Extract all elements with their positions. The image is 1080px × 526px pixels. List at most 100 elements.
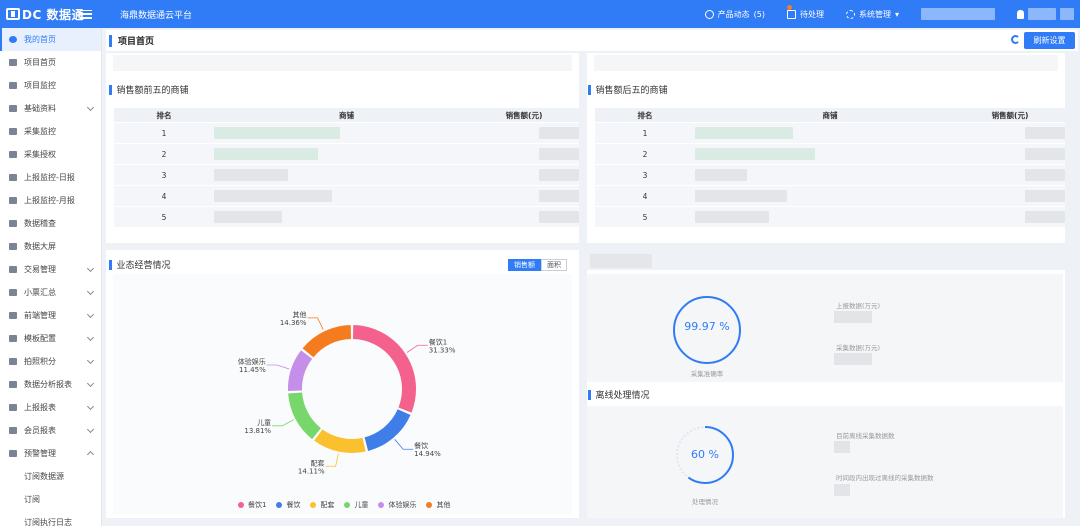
sidebar-item-8[interactable]: 数据稽查 xyxy=(0,212,101,235)
sidebar-item-3[interactable]: 基础资料 xyxy=(0,97,101,120)
summary-strip xyxy=(113,55,572,71)
sidebar-item-15[interactable]: 数据分析报表 xyxy=(0,373,101,396)
donut-slice[interactable] xyxy=(288,350,313,391)
offline-caption: 处理情况 xyxy=(692,498,718,506)
sidebar-item-5[interactable]: 采集授权 xyxy=(0,143,101,166)
table-row: 1 xyxy=(114,122,579,143)
report-data-value xyxy=(834,311,872,323)
todo-link[interactable]: 待处理 xyxy=(786,4,824,20)
product-news-link[interactable]: 产品动态 (5) xyxy=(704,9,765,20)
bar-chart-icon xyxy=(9,381,17,388)
user-menu[interactable] xyxy=(1017,8,1074,20)
gear-icon xyxy=(9,427,17,434)
chevron-down-icon xyxy=(86,333,95,342)
chart-area: 餐饮1 31.33% 餐饮 14.94% 配套 14.11% 儿童 13.81% 体验娱乐 11.… xyxy=(113,274,572,514)
sidebar-item-label: 上报监控-月报 xyxy=(24,196,75,205)
logo-text: DC 数据通 xyxy=(22,7,84,22)
shop-cell xyxy=(695,123,965,143)
masked-sales-value xyxy=(539,127,579,139)
bottom5-title-text: 销售额后五的商铺 xyxy=(595,86,668,96)
chevron-down-icon xyxy=(86,287,95,296)
donut-slice[interactable] xyxy=(314,429,366,453)
slice-category-label: 其他 xyxy=(293,310,307,319)
sidebar-item-18[interactable]: 预警管理 xyxy=(0,442,101,465)
sidebar-item-7[interactable]: 上报监控-月报 xyxy=(0,189,101,212)
todo-label: 待处理 xyxy=(799,9,824,19)
donut-slice[interactable] xyxy=(364,409,411,451)
bottom5-title: 销售额后五的商铺 xyxy=(588,83,668,96)
chevron-down-icon xyxy=(86,379,95,388)
legend-label: 儿童 xyxy=(354,501,369,509)
collection-panel: 99.97 % 采集准确率 上报数据(万元) 采集数据(万元) xyxy=(587,270,1065,382)
refresh-icon[interactable] xyxy=(1011,35,1020,44)
project-selector[interactable] xyxy=(921,8,995,20)
offline-title: 离线处理情况 xyxy=(588,388,650,401)
sidebar-item-21[interactable]: 订阅执行日志 xyxy=(0,511,101,526)
donut-slice[interactable] xyxy=(302,325,352,358)
legend-item[interactable]: 儿童 xyxy=(344,500,368,510)
bell-icon xyxy=(9,289,17,296)
slice-value-label: 14.94% xyxy=(414,450,441,458)
sidebar-item-13[interactable]: 模板配置 xyxy=(0,327,101,350)
sidebar-item-1[interactable]: 项目首页 xyxy=(0,51,101,74)
sidebar-item-label: 数据分析报表 xyxy=(24,380,72,389)
chat-icon xyxy=(704,9,714,19)
slice-category-label: 配套 xyxy=(311,458,325,467)
sales-cell xyxy=(479,186,579,206)
sidebar-item-6[interactable]: 上报监控-日报 xyxy=(0,166,101,189)
sidebar-item-9[interactable]: 数据大屏 xyxy=(0,235,101,258)
sidebar-item-label: 数据大屏 xyxy=(24,242,56,251)
top5-title-text: 销售额前五的商铺 xyxy=(116,86,189,96)
sidebar-item-label: 交易管理 xyxy=(24,265,56,274)
menu-toggle-icon[interactable] xyxy=(80,9,92,19)
sidebar-item-11[interactable]: 小票汇总 xyxy=(0,281,101,304)
sales-cell xyxy=(965,207,1065,227)
slice-value-label: 31.33% xyxy=(429,346,456,354)
sidebar-item-label: 订阅 xyxy=(24,495,40,504)
sidebar-item-2[interactable]: 项目监控 xyxy=(0,74,101,97)
sales-cell xyxy=(479,123,579,143)
legend-item[interactable]: 配套 xyxy=(310,500,334,510)
offline-rate: 60 % xyxy=(691,448,719,461)
home-icon xyxy=(9,59,17,66)
tab-area[interactable]: 面积 xyxy=(541,259,567,271)
legend-label: 餐饮 xyxy=(286,501,301,509)
bottom5-table: 排名 商铺 销售额(元) 1 2 3 4 5 xyxy=(595,108,1065,227)
monitor-icon xyxy=(9,128,17,135)
gear-icon xyxy=(9,358,17,365)
system-menu[interactable]: 系统管理 ▾ xyxy=(845,9,899,20)
sidebar-item-label: 订阅执行日志 xyxy=(24,518,72,526)
donut-slice[interactable] xyxy=(288,392,322,440)
table-row: 5 xyxy=(595,206,1065,227)
shop-cell xyxy=(695,186,965,206)
sidebar-item-0[interactable]: 我的首页 xyxy=(0,28,101,51)
product-news-count: (5) xyxy=(753,9,765,19)
masked-shop-name xyxy=(695,148,815,160)
sidebar-item-20[interactable]: 订阅 xyxy=(0,488,101,511)
rank-cell: 3 xyxy=(642,170,648,180)
sidebar-item-16[interactable]: 上报报表 xyxy=(0,396,101,419)
sales-cell xyxy=(965,186,1065,206)
legend-item[interactable]: 餐饮 xyxy=(276,500,300,510)
masked-sales-value xyxy=(539,148,579,160)
legend-label: 餐饮1 xyxy=(248,501,267,509)
sidebar-item-label: 采集授权 xyxy=(24,150,56,159)
sidebar-item-10[interactable]: 交易管理 xyxy=(0,258,101,281)
donut-slice[interactable] xyxy=(352,325,416,413)
collection-box: 99.97 % 采集准确率 上报数据(万元) 采集数据(万元) xyxy=(587,274,1063,382)
legend-item[interactable]: 其他 xyxy=(426,500,450,510)
sidebar-item-14[interactable]: 拍照积分 xyxy=(0,350,101,373)
sidebar-item-17[interactable]: 会员报表 xyxy=(0,419,101,442)
sidebar-item-4[interactable]: 采集监控 xyxy=(0,120,101,143)
offline-panel: 离线处理情况 60 % 处理情况 目前离线采集数据数 时间段内出现过离线的采集数… xyxy=(587,382,1065,518)
table-header: 排名 商铺 销售额(元) xyxy=(595,108,1065,122)
sidebar-item-12[interactable]: 前端管理 xyxy=(0,304,101,327)
offline-period-value xyxy=(834,484,850,496)
tab-sales[interactable]: 销售额 xyxy=(508,259,541,271)
sidebar-item-label: 基础资料 xyxy=(24,104,56,113)
refresh-settings-button[interactable]: 刷新设置 xyxy=(1024,32,1075,49)
sidebar-item-19[interactable]: 订阅数据源 xyxy=(0,465,101,488)
legend-item[interactable]: 体验娱乐 xyxy=(378,500,416,510)
legend-item[interactable]: 餐饮1 xyxy=(238,500,266,510)
label-leader-line xyxy=(406,344,428,353)
